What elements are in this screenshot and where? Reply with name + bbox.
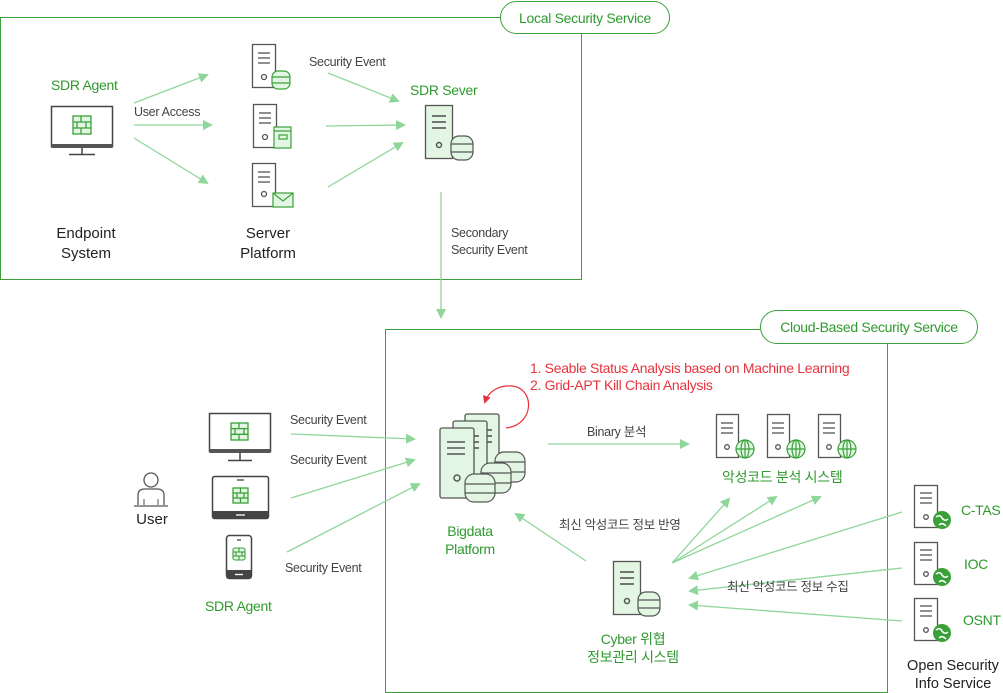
cyber-system-label: Cyber 위협 정보관리 시스템	[583, 630, 683, 666]
server-platform-line1: Server	[245, 225, 291, 242]
malware-server-icon-2	[766, 413, 806, 459]
earth-icon	[933, 511, 951, 529]
endpoint-agent-label: SDR Agent	[51, 77, 118, 93]
user-sdr-agent-label: SDR Agent	[205, 598, 272, 614]
book-server-icon	[252, 103, 292, 149]
arrow-user-access-1	[133, 73, 209, 104]
arrow-event-2	[325, 120, 406, 131]
globe-icon	[735, 439, 755, 459]
bigdata-line1: Bigdata	[447, 523, 493, 539]
tablet-agent-icon	[211, 475, 270, 520]
open-security-line1: Open Security	[907, 658, 999, 674]
ioc-server-icon	[913, 541, 951, 586]
secondary-event-line1: Secondary	[451, 226, 509, 240]
globe-icon	[786, 439, 806, 459]
arrow-event-1	[327, 72, 400, 103]
security-event-label: Security Event	[309, 55, 386, 69]
bigdata-line2: Platform	[445, 541, 495, 557]
arrow-ctas	[688, 511, 903, 581]
user-access-label: User Access	[134, 105, 201, 119]
bigdata-platform-label: Bigdata Platform	[430, 522, 510, 558]
osnt-server-icon	[913, 597, 951, 642]
reflect-label: 최신 악성코드 정보 반영	[559, 518, 681, 532]
cyber-line1: Cyber 위협	[600, 631, 666, 647]
arrow-cyber-malware-1	[671, 497, 731, 564]
arrow-cyber-malware-3	[671, 495, 822, 564]
collect-label: 최신 악성코드 정보 수집	[727, 580, 849, 594]
secondary-event-line2: Security Event	[451, 243, 528, 257]
user-icon	[134, 472, 168, 507]
sdr-server-icon	[424, 104, 474, 161]
analysis-item-2: 2. Grid-APT Kill Chain Analysis	[530, 377, 713, 393]
malware-server-icon-1	[715, 413, 755, 459]
arrow-user-access-3	[133, 137, 209, 185]
arrow-device-3	[286, 483, 421, 553]
firewall-icon	[72, 115, 92, 135]
ctas-server-icon	[913, 484, 951, 529]
endpoint-name-line1: Endpoint	[56, 225, 116, 242]
secondary-event-label: Secondary Security Event	[451, 225, 528, 259]
desktop-agent-icon	[208, 412, 272, 462]
globe-icon	[837, 439, 857, 459]
analysis-item-1: 1. Seable Status Analysis based on Machi…	[530, 360, 850, 376]
device-event-label-2: Security Event	[290, 453, 367, 467]
open-security-title: Open Security Info Service	[898, 657, 1003, 693]
phone-agent-icon	[225, 534, 253, 580]
server-platform-label: Server Platform	[228, 224, 308, 264]
server-platform-line2: Platform	[240, 245, 296, 262]
user-label: User	[136, 511, 168, 528]
source-osnt-label: OSNT	[963, 612, 1001, 628]
earth-icon	[933, 624, 951, 642]
device-event-label-3: Security Event	[285, 561, 362, 575]
arrow-event-3	[327, 141, 404, 188]
arrow-cyber-malware-2	[671, 495, 778, 564]
bigdata-cluster-icon	[439, 413, 526, 503]
binary-analysis-label: Binary 분석	[587, 425, 647, 439]
cyber-line2: 정보관리 시스템	[587, 649, 679, 665]
source-ioc-label: IOC	[964, 556, 988, 572]
malware-server-icon-3	[817, 413, 857, 459]
db-server-icon	[251, 43, 291, 90]
arrow-device-1	[290, 433, 416, 444]
device-event-label-1: Security Event	[290, 413, 367, 427]
monitor-icon	[50, 105, 114, 156]
open-security-line2: Info Service	[914, 676, 992, 692]
earth-icon	[933, 568, 951, 586]
sdr-server-label: SDR Sever	[410, 82, 478, 98]
cyber-server-icon	[612, 560, 661, 617]
connector-arrows	[133, 72, 903, 622]
endpoint-name-line2: System	[60, 245, 111, 262]
mail-server-icon	[251, 162, 294, 208]
endpoint-system-label: Endpoint System	[46, 224, 126, 264]
analysis-list: 1. Seable Status Analysis based on Machi…	[530, 360, 850, 394]
arrow-osnt	[688, 600, 903, 622]
source-ctas-label: C-TAS	[961, 502, 1001, 518]
malware-system-label: 악성코드 분석 시스템	[722, 469, 843, 485]
